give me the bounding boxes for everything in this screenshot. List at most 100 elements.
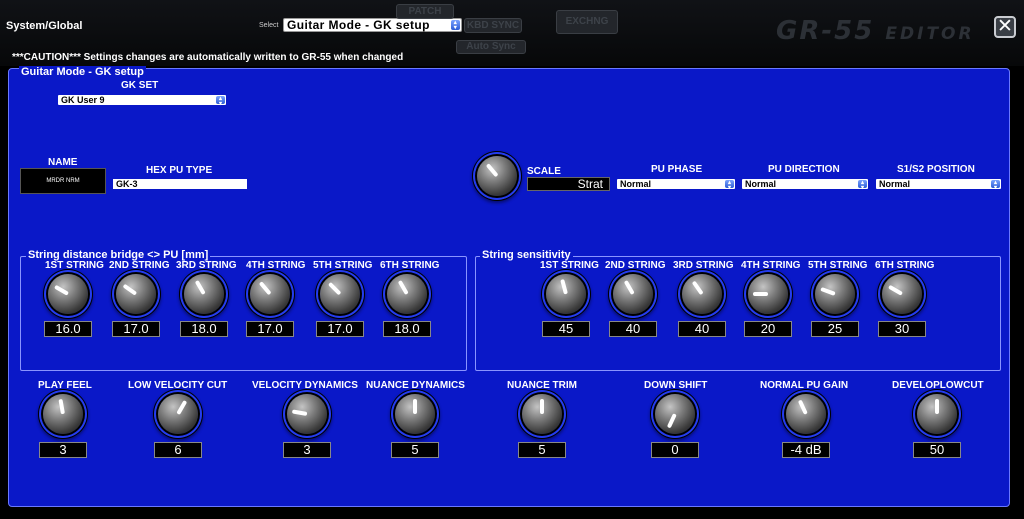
distance-string-1-knob[interactable] xyxy=(48,274,88,314)
velocity-dynamics-label: VELOCITY DYNAMICS xyxy=(252,380,358,391)
distance-string-5-knob[interactable] xyxy=(320,274,360,314)
low-velocity-cut-knob[interactable] xyxy=(158,394,198,434)
patch-button[interactable]: PATCH xyxy=(396,4,454,19)
chevron-updown-icon: ▴ ▾ xyxy=(216,96,225,107)
sensitivity-string-2-value[interactable]: 40 xyxy=(609,321,657,337)
sensitivity-string-6-knob[interactable] xyxy=(882,274,922,314)
knob-indicator xyxy=(623,280,635,295)
exchange-button[interactable]: EXCHNG xyxy=(556,10,618,34)
distance-string-6-knob[interactable] xyxy=(387,274,427,314)
velocity-dynamics-value[interactable]: 3 xyxy=(283,442,331,458)
chevron-updown-icon: ▴ ▾ xyxy=(991,180,1000,191)
sensitivity-string-1-value[interactable]: 45 xyxy=(542,321,590,337)
distance-string-6-value[interactable]: 18.0 xyxy=(383,321,431,337)
sensitivity-string-4-label: 4TH STRING xyxy=(741,260,801,271)
title-bar: System/Global Select Guitar Mode - GK se… xyxy=(0,0,1024,66)
knob-indicator xyxy=(176,400,188,415)
close-button[interactable]: ✕ xyxy=(994,16,1016,38)
knob-indicator xyxy=(122,283,138,296)
nuance-dynamics-knob[interactable] xyxy=(395,394,435,434)
gk-set-select[interactable]: GK User 9 ▴ ▾ xyxy=(58,95,226,107)
develop-low-cut-knob[interactable] xyxy=(917,394,957,434)
nuance-dynamics-label: NUANCE DYNAMICS xyxy=(366,380,465,391)
distance-string-2-value[interactable]: 17.0 xyxy=(112,321,160,337)
knob-indicator xyxy=(797,399,808,415)
string-sensitivity-group xyxy=(475,256,1001,371)
hex-pu-type-label: HEX PU TYPE xyxy=(146,165,213,176)
sensitivity-string-3-value[interactable]: 40 xyxy=(678,321,726,337)
mode-select[interactable]: Guitar Mode - GK setup ▴ ▾ xyxy=(283,18,462,32)
sensitivity-string-3-label: 3RD STRING xyxy=(673,260,734,271)
pu-phase-value: Normal xyxy=(620,179,652,189)
sensitivity-string-2-label: 2ND STRING xyxy=(605,260,666,271)
sensitivity-string-4-knob[interactable] xyxy=(748,274,788,314)
window-title: System/Global xyxy=(6,20,83,32)
scale-label: SCALE xyxy=(527,166,561,177)
knob-indicator xyxy=(54,284,69,296)
pu-phase-select[interactable]: Normal ▴ ▾ xyxy=(617,179,735,191)
s1s2-position-select[interactable]: Normal ▴ ▾ xyxy=(876,179,1001,191)
sensitivity-string-5-label: 5TH STRING xyxy=(808,260,868,271)
close-icon: ✕ xyxy=(997,16,1013,37)
kbd-sync-button[interactable]: KBD SYNC xyxy=(464,18,522,33)
select-label: Select xyxy=(259,22,279,29)
s1s2-position-label: S1/S2 POSITION xyxy=(897,164,975,175)
distance-string-4-knob[interactable] xyxy=(250,274,290,314)
knob-indicator xyxy=(560,278,568,295)
pu-direction-label: PU DIRECTION xyxy=(768,164,840,175)
knob-indicator xyxy=(413,399,417,414)
nuance-trim-label: NUANCE TRIM xyxy=(507,380,577,391)
sensitivity-string-2-knob[interactable] xyxy=(613,274,653,314)
distance-string-3-knob[interactable] xyxy=(184,274,224,314)
distance-string-2-knob[interactable] xyxy=(116,274,156,314)
play-feel-knob[interactable] xyxy=(43,394,83,434)
down-shift-value[interactable]: 0 xyxy=(651,442,699,458)
knob-indicator xyxy=(888,284,903,296)
sensitivity-string-5-value[interactable]: 25 xyxy=(811,321,859,337)
knob-indicator xyxy=(485,163,499,178)
chevron-updown-icon: ▴ ▾ xyxy=(725,180,734,191)
develop-low-cut-value[interactable]: 50 xyxy=(913,442,961,458)
knob-indicator xyxy=(820,286,836,296)
down-shift-knob[interactable] xyxy=(655,394,695,434)
nuance-trim-value[interactable]: 5 xyxy=(518,442,566,458)
sensitivity-string-4-value[interactable]: 20 xyxy=(744,321,792,337)
distance-string-5-value[interactable]: 17.0 xyxy=(316,321,364,337)
normal-pu-gain-value[interactable]: -4 dB xyxy=(782,442,830,458)
string-distance-group xyxy=(20,256,467,371)
sensitivity-string-1-knob[interactable] xyxy=(546,274,586,314)
knob-indicator xyxy=(666,413,677,429)
velocity-dynamics-knob[interactable] xyxy=(287,394,327,434)
distance-string-1-value[interactable]: 16.0 xyxy=(44,321,92,337)
gr55-logo: GR-55 EDITOR xyxy=(776,16,975,46)
play-feel-label: PLAY FEEL xyxy=(38,380,92,391)
chevron-updown-icon: ▴ ▾ xyxy=(451,20,460,31)
scale-knob[interactable] xyxy=(477,156,517,196)
play-feel-value[interactable]: 3 xyxy=(39,442,87,458)
knob-indicator xyxy=(397,280,409,295)
nuance-trim-knob[interactable] xyxy=(522,394,562,434)
distance-string-3-label: 3RD STRING xyxy=(176,260,237,271)
caution-message: ***CAUTION*** Settings changes are autom… xyxy=(12,52,404,63)
scale-value[interactable]: Strat xyxy=(527,177,610,191)
distance-string-1-label: 1ST STRING xyxy=(45,260,104,271)
pu-direction-select[interactable]: Normal ▴ ▾ xyxy=(742,179,868,191)
sensitivity-string-6-value[interactable]: 30 xyxy=(878,321,926,337)
gk-set-label: GK SET xyxy=(121,80,159,91)
distance-string-3-value[interactable]: 18.0 xyxy=(180,321,228,337)
normal-pu-gain-knob[interactable] xyxy=(786,394,826,434)
sensitivity-string-5-knob[interactable] xyxy=(815,274,855,314)
develop-low-cut-label: DEVELOPLOWCUT xyxy=(892,380,984,391)
name-field[interactable]: MRDR NRM xyxy=(20,168,106,194)
nuance-dynamics-value[interactable]: 5 xyxy=(391,442,439,458)
low-velocity-cut-value[interactable]: 6 xyxy=(154,442,202,458)
pu-phase-label: PU PHASE xyxy=(651,164,703,175)
distance-string-4-value[interactable]: 17.0 xyxy=(246,321,294,337)
knob-indicator xyxy=(291,409,308,416)
low-velocity-cut-label: LOW VELOCITY CUT xyxy=(128,380,228,391)
hex-pu-type-field[interactable]: GK-3 xyxy=(113,179,247,189)
sensitivity-string-3-knob[interactable] xyxy=(682,274,722,314)
knob-indicator xyxy=(753,292,768,296)
auto-sync-button[interactable]: Auto Sync xyxy=(456,40,526,54)
distance-string-6-label: 6TH STRING xyxy=(380,260,440,271)
